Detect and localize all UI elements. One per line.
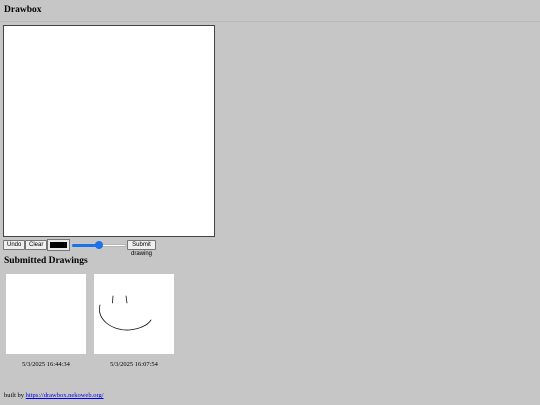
drawing-thumbnail xyxy=(6,274,86,354)
smiley-mouth xyxy=(99,304,152,331)
header: Drawbox xyxy=(0,0,540,22)
clear-button[interactable]: Clear xyxy=(25,240,48,250)
gallery-heading: Submitted Drawings xyxy=(4,256,88,266)
color-picker[interactable] xyxy=(47,239,70,251)
brush-size-slider[interactable] xyxy=(72,241,126,249)
drawing-card: 5/3/2025 16:44:34 xyxy=(6,274,86,368)
slider-thumb[interactable] xyxy=(95,241,103,249)
drawing-card: 5/3/2025 16:07:54 xyxy=(94,274,174,368)
drawing-canvas[interactable] xyxy=(3,25,215,237)
smiley-left-eye xyxy=(112,295,114,304)
drawing-thumbnail xyxy=(94,274,174,354)
color-swatch xyxy=(50,242,67,248)
smiley-right-eye xyxy=(125,295,128,304)
footer-link[interactable]: https://drawbox.nekoweb.org/ xyxy=(26,392,104,399)
undo-button[interactable]: Undo xyxy=(3,240,26,250)
submit-drawing-button[interactable]: Submit drawing xyxy=(127,240,157,257)
footer: built by https://drawbox.nekoweb.org/ xyxy=(4,392,104,399)
footer-prefix: built by xyxy=(4,392,25,399)
page-title: Drawbox xyxy=(4,5,42,15)
drawing-timestamp: 5/3/2025 16:44:34 xyxy=(22,361,70,368)
drawing-timestamp: 5/3/2025 16:07:54 xyxy=(110,361,158,368)
